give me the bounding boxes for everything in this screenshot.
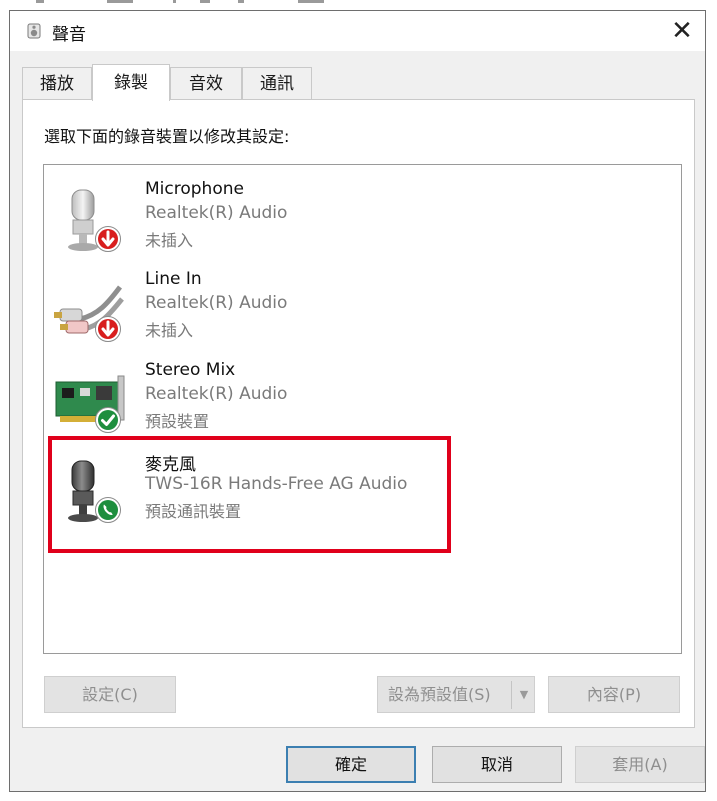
configure-button[interactable]: 設定(C) (44, 676, 176, 713)
device-status: 未插入 (145, 231, 194, 250)
device-driver: Realtek(R) Audio (145, 384, 288, 404)
list-item[interactable]: Stereo Mix Realtek(R) Audio 預設裝置 (44, 360, 681, 448)
device-driver: Realtek(R) Audio (145, 203, 288, 223)
tab-recording[interactable]: 錄製 (92, 64, 170, 101)
set-default-label: 設為預設值(S) (388, 685, 491, 704)
highlight-box (48, 436, 451, 553)
title-bar: 聲音 ✕ (10, 11, 705, 51)
device-status: 未插入 (145, 321, 194, 340)
instruction-text: 選取下面的錄音裝置以修改其設定: (44, 127, 290, 146)
speaker-icon (26, 23, 42, 39)
close-button[interactable]: ✕ (659, 11, 705, 51)
top-strip (0, 0, 717, 10)
device-name: Line In (145, 269, 202, 289)
default-check-icon (94, 406, 122, 434)
apply-button[interactable]: 套用(A) (575, 746, 705, 783)
set-default-button[interactable]: 設為預設值(S) ▼ (377, 676, 535, 713)
device-list[interactable]: Microphone Realtek(R) Audio 未插入 Line In … (43, 164, 682, 654)
properties-button[interactable]: 內容(P) (548, 676, 680, 713)
device-name: Microphone (145, 179, 244, 199)
device-status: 預設裝置 (145, 412, 210, 431)
strip-mark (200, 0, 210, 3)
chevron-down-icon[interactable]: ▼ (512, 677, 536, 712)
cancel-button[interactable]: 取消 (432, 746, 562, 783)
window-title: 聲音 (52, 25, 86, 45)
unplugged-arrow-icon (94, 315, 122, 343)
strip-mark (298, 0, 324, 3)
device-driver: Realtek(R) Audio (145, 293, 288, 313)
unplugged-arrow-icon (94, 225, 122, 253)
list-item[interactable]: Line In Realtek(R) Audio 未插入 (44, 269, 681, 357)
list-item[interactable]: Microphone Realtek(R) Audio 未插入 (44, 179, 681, 267)
tab-sounds[interactable]: 音效 (170, 67, 242, 100)
tab-communications[interactable]: 通訊 (242, 67, 312, 100)
strip-mark (36, 0, 44, 3)
ok-button[interactable]: 確定 (286, 746, 416, 783)
tab-playback[interactable]: 播放 (22, 67, 92, 100)
device-name: Stereo Mix (145, 360, 236, 380)
strip-mark (238, 0, 244, 3)
close-icon: ✕ (671, 16, 693, 46)
strip-mark (107, 0, 133, 3)
strip-mark (173, 0, 176, 3)
